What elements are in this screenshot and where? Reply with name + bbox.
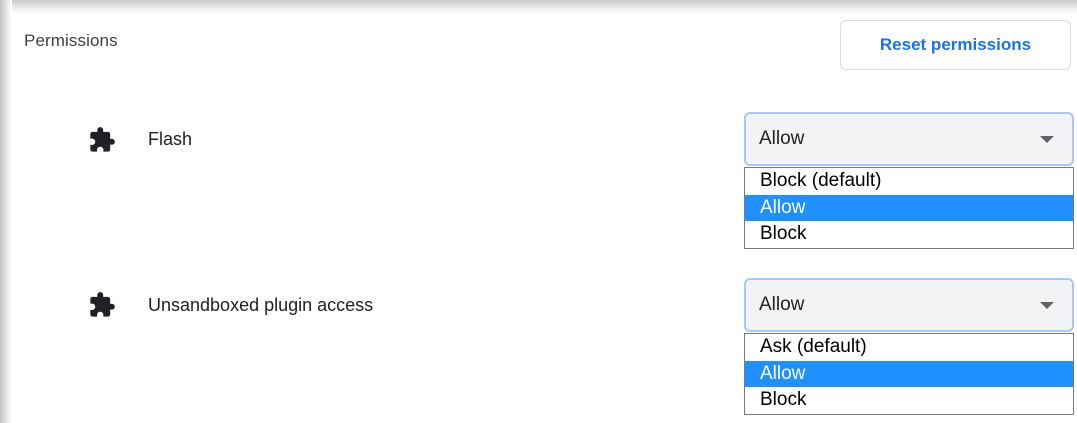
flash-option-allow[interactable]: Allow	[745, 194, 1073, 221]
unsandboxed-option-block[interactable]: Block	[745, 387, 1073, 414]
unsandboxed-option-ask-default[interactable]: Ask (default)	[745, 334, 1073, 361]
puzzle-piece-icon	[90, 127, 115, 152]
unsandboxed-options-list: Ask (default) Allow Block	[744, 333, 1074, 415]
reset-permissions-button[interactable]: Reset permissions	[840, 20, 1071, 70]
puzzle-piece-icon	[90, 292, 115, 317]
chevron-down-icon	[1040, 302, 1054, 309]
window-shadow-top	[0, 0, 1077, 14]
permission-label-flash: Flash	[148, 129, 193, 149]
chevron-down-icon	[1040, 136, 1054, 143]
unsandboxed-select-value: Allow	[759, 294, 805, 315]
flash-option-block-default[interactable]: Block (default)	[745, 168, 1073, 195]
flash-option-block[interactable]: Block	[745, 221, 1073, 248]
flash-select-value: Allow	[759, 128, 805, 149]
section-title: Permissions	[24, 31, 118, 50]
unsandboxed-plugin-access-select[interactable]: Allow	[744, 278, 1074, 332]
flash-options-list: Block (default) Allow Block	[744, 167, 1074, 249]
flash-select[interactable]: Allow	[744, 112, 1074, 166]
permission-label-unsandboxed-plugin-access: Unsandboxed plugin access	[148, 295, 374, 315]
permissions-panel: Permissions Reset permissions Flash Allo…	[0, 0, 1077, 423]
unsandboxed-option-allow[interactable]: Allow	[745, 360, 1073, 387]
window-shadow-left	[0, 0, 12, 423]
